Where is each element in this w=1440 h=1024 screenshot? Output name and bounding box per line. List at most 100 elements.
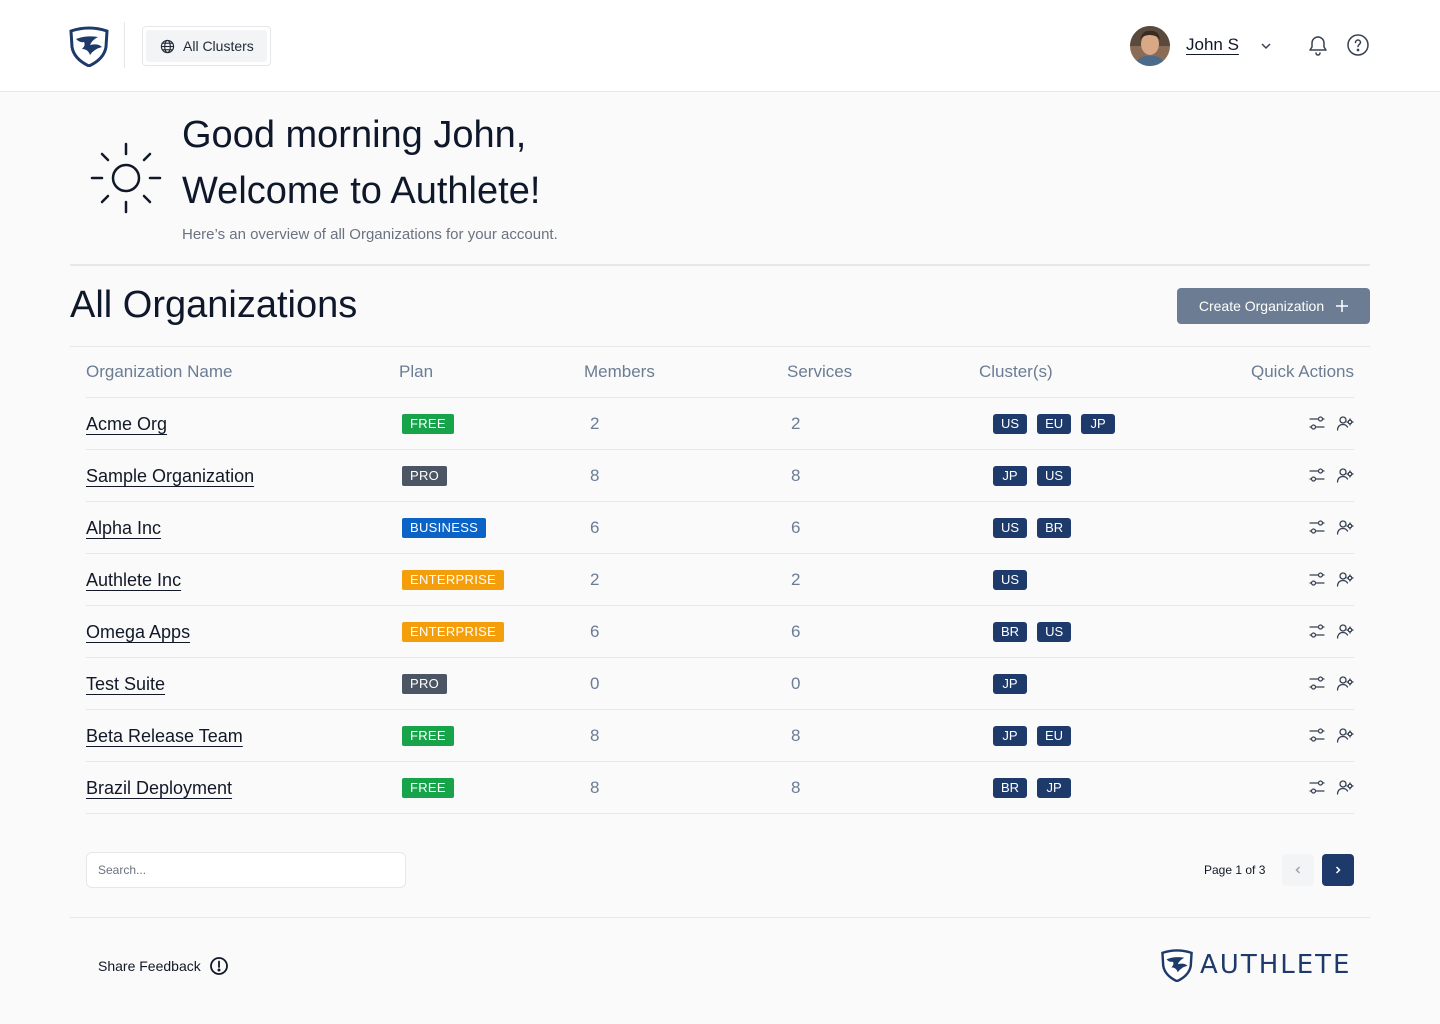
column-header-services[interactable]: Services xyxy=(787,362,852,382)
cluster-badge: JP xyxy=(993,466,1027,486)
cluster-list: JP US xyxy=(993,466,1072,486)
cluster-list: BR US xyxy=(993,622,1072,642)
cluster-list: US xyxy=(993,570,1028,590)
table-row: Authlete Inc ENTERPRISE 2 2 US xyxy=(86,554,1354,606)
cluster-selector-button[interactable]: All Clusters xyxy=(142,26,271,66)
quick-actions xyxy=(1308,674,1354,692)
quick-actions xyxy=(1308,466,1354,484)
cluster-list: US BR xyxy=(993,518,1072,538)
quick-actions xyxy=(1308,726,1354,744)
organization-name-link[interactable]: Test Suite xyxy=(86,674,165,695)
column-header-plan[interactable]: Plan xyxy=(399,362,433,382)
organization-name-link[interactable]: Alpha Inc xyxy=(86,518,161,539)
user-settings-icon[interactable] xyxy=(1336,726,1354,744)
services-count: 6 xyxy=(791,622,801,641)
column-header-name[interactable]: Organization Name xyxy=(86,362,232,382)
cluster-badge: JP xyxy=(1037,778,1072,798)
organization-name-link[interactable]: Brazil Deployment xyxy=(86,778,232,799)
avatar[interactable] xyxy=(1130,26,1170,66)
user-settings-icon[interactable] xyxy=(1336,518,1354,536)
user-settings-icon[interactable] xyxy=(1336,466,1354,484)
quick-actions xyxy=(1308,570,1354,588)
authlete-logo-icon[interactable] xyxy=(68,25,110,67)
create-organization-button[interactable]: Create Organization xyxy=(1177,288,1370,324)
divider xyxy=(70,917,1370,918)
organization-name-link[interactable]: Omega Apps xyxy=(86,622,190,643)
next-page-button[interactable] xyxy=(1322,854,1354,886)
table-row: Brazil Deployment FREE 8 8 BR JP xyxy=(86,762,1354,814)
column-header-members[interactable]: Members xyxy=(584,362,655,382)
share-feedback-label: Share Feedback xyxy=(98,958,201,974)
members-count: 0 xyxy=(590,674,600,693)
cluster-badge: JP xyxy=(1081,414,1116,434)
alert-circle-icon xyxy=(209,957,228,975)
chevron-left-icon xyxy=(1295,866,1301,874)
organization-name-link[interactable]: Acme Org xyxy=(86,414,167,435)
members-count: 8 xyxy=(590,778,600,797)
user-name[interactable]: John S xyxy=(1186,35,1239,55)
sliders-icon[interactable] xyxy=(1308,518,1326,536)
top-bar: All Clusters John S xyxy=(0,0,1440,92)
previous-page-button[interactable] xyxy=(1282,854,1314,886)
organization-name-link[interactable]: Beta Release Team xyxy=(86,726,243,747)
cluster-badge: US xyxy=(1037,466,1072,486)
cluster-badge: JP xyxy=(993,674,1027,694)
user-settings-icon[interactable] xyxy=(1336,570,1354,588)
sliders-icon[interactable] xyxy=(1308,622,1326,640)
table-row: Omega Apps ENTERPRISE 6 6 BR US xyxy=(86,606,1354,658)
user-settings-icon[interactable] xyxy=(1336,414,1354,432)
divider xyxy=(70,346,1370,347)
cluster-badge: US xyxy=(1037,622,1072,642)
services-count: 2 xyxy=(791,570,801,589)
quick-actions xyxy=(1308,622,1354,640)
plan-badge: FREE xyxy=(402,778,454,798)
cluster-badge: BR xyxy=(993,622,1028,642)
table-row: Beta Release Team FREE 8 8 JP EU xyxy=(86,710,1354,762)
bell-icon[interactable] xyxy=(1306,33,1330,57)
table-header: Organization Name Plan Members Services … xyxy=(86,360,1354,398)
plan-badge: BUSINESS xyxy=(402,518,487,538)
sliders-icon[interactable] xyxy=(1308,674,1326,692)
globe-icon xyxy=(160,39,175,53)
plan-badge: ENTERPRISE xyxy=(402,570,505,590)
search-input[interactable] xyxy=(86,852,406,888)
column-header-clusters[interactable]: Cluster(s) xyxy=(979,362,1053,382)
user-settings-icon[interactable] xyxy=(1336,622,1354,640)
chevron-down-icon[interactable] xyxy=(1258,38,1274,54)
organization-name-link[interactable]: Authlete Inc xyxy=(86,570,181,591)
cluster-list: JP xyxy=(993,674,1027,694)
plan-badge: FREE xyxy=(402,414,454,434)
table-row: Alpha Inc BUSINESS 6 6 US BR xyxy=(86,502,1354,554)
sliders-icon[interactable] xyxy=(1308,726,1326,744)
user-settings-icon[interactable] xyxy=(1336,778,1354,796)
column-header-quick-actions: Quick Actions xyxy=(1251,362,1354,381)
pagination-label: Page 1 of 3 xyxy=(1204,863,1266,877)
greeting-line-1: Good morning John, xyxy=(182,114,527,156)
plus-icon xyxy=(1336,300,1349,312)
help-circle-icon[interactable] xyxy=(1346,33,1370,57)
members-count: 8 xyxy=(590,726,600,745)
divider xyxy=(70,264,1370,266)
user-settings-icon[interactable] xyxy=(1336,674,1354,692)
sliders-icon[interactable] xyxy=(1308,570,1326,588)
sun-icon xyxy=(90,142,162,214)
services-count: 6 xyxy=(791,518,801,537)
sliders-icon[interactable] xyxy=(1308,414,1326,432)
organization-name-link[interactable]: Sample Organization xyxy=(86,466,254,487)
members-count: 2 xyxy=(590,414,600,433)
table-row: Sample Organization PRO 8 8 JP US xyxy=(86,450,1354,502)
members-count: 6 xyxy=(590,622,600,641)
footer-logo-text: AUTHLETE xyxy=(1200,950,1352,980)
chevron-right-icon xyxy=(1335,866,1341,874)
footer-logo: AUTHLETE xyxy=(1160,948,1351,982)
greeting-subtitle: Here’s an overview of all Organizations … xyxy=(182,226,558,243)
members-count: 6 xyxy=(590,518,600,537)
cluster-list: BR JP xyxy=(993,778,1072,798)
greeting-line-2: Welcome to Authlete! xyxy=(182,170,541,212)
sliders-icon[interactable] xyxy=(1308,466,1326,484)
sliders-icon[interactable] xyxy=(1308,778,1326,796)
topbar-divider xyxy=(124,22,125,68)
share-feedback-link[interactable]: Share Feedback xyxy=(98,956,229,976)
cluster-selector-inner: All Clusters xyxy=(146,30,267,62)
services-count: 0 xyxy=(791,674,801,693)
